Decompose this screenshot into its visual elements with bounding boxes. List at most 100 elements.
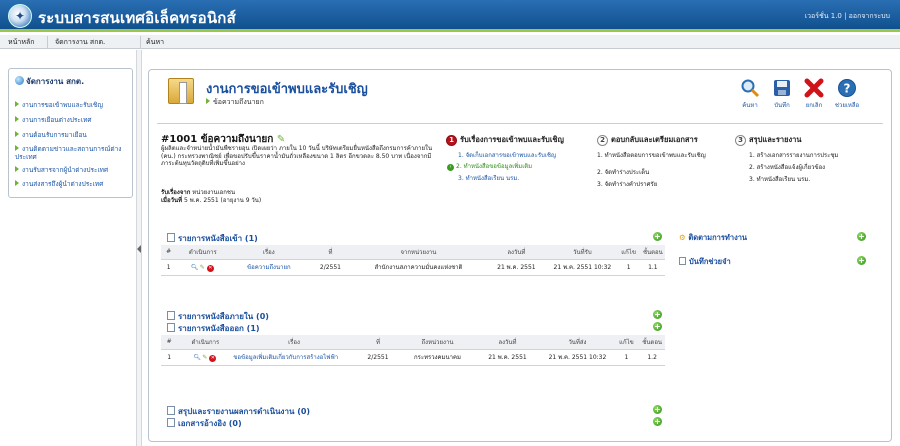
memo-section-title[interactable]: บันทึกช่วยจำ [679, 256, 731, 268]
col-header: วันที่ส่ง [541, 335, 614, 350]
step-1-header: 1 รับเรื่องการขอเข้าพบและรับเชิญ [446, 134, 564, 146]
edit-icon[interactable]: ✎ [277, 134, 285, 145]
collapse-arrow-icon[interactable] [137, 245, 141, 253]
save-button[interactable]: บันทึก [767, 78, 797, 110]
row-received: 21 พ.ค. 2551 10:32 [548, 259, 617, 276]
magnify-icon[interactable]: 🔍︎ [191, 264, 199, 271]
step-2-header: 2 ตอบกลับและเตรียมเอกสาร [597, 134, 698, 146]
step-2-item-2: 2. จัดทำร่างประเด็น [597, 169, 650, 176]
memo-icon [679, 257, 686, 265]
date-value: 5 พ.ค. 2551 (อายุงาน 9 วัน) [183, 196, 262, 204]
step-title: สรุปและรายงาน [749, 135, 802, 144]
sidebar-item-label: งานรับสารจากผู้นำต่างประเทศ [22, 166, 109, 174]
document-icon [167, 418, 175, 427]
document-origin: รับเรื่องจาก หน่วยงานเอกชน เมื่อวันที่ 5… [161, 189, 261, 204]
nav-home[interactable]: หน้าหลัก [8, 37, 34, 48]
row-edit-count: 1 [613, 349, 640, 366]
step-2-item-3: 3. จัดทำร่างคำปราศรัย [597, 181, 658, 188]
col-header: แก้ไข [613, 335, 640, 350]
col-header: ที่ [354, 335, 402, 350]
top-nav: หน้าหลัก จัดการงาน สกต. ค้นหา [0, 35, 900, 49]
add-reference-button[interactable]: + [653, 417, 662, 426]
row-subject-link[interactable]: ข้อความถึงนายก [229, 259, 309, 276]
nav-manage[interactable]: จัดการงาน สกต. [55, 37, 105, 48]
folder-icon [168, 78, 194, 104]
step-1-item-2[interactable]: › 2. ทำหนังสือขอข้อมูลเพิ่มเติม [447, 163, 532, 171]
tracking-section-title[interactable]: ⚙ ติดตามการทำงาน [679, 232, 747, 244]
add-incoming-button[interactable]: + [653, 232, 662, 241]
main-panel: งานการขอเข้าพบและรับเชิญ ข้อความถึงนายก … [148, 69, 892, 442]
incoming-title-text: รายการหนังสือเข้า (1) [178, 234, 258, 243]
sidebar-splitter[interactable] [136, 50, 142, 446]
col-header: ดำเนินการ [177, 335, 234, 350]
step-item-label: 2. ทำหนังสือขอข้อมูลเพิ่มเติม [456, 163, 533, 170]
summary-title-text: สรุปและรายงานผลการดำเนินงาน (0) [178, 407, 311, 416]
step-number: 3 [735, 135, 746, 146]
step-3-item-3: 3. ทำหนังสือเรียน นรม. [749, 176, 811, 183]
help-label: ช่วยเหลือ [834, 102, 860, 109]
add-memo-button[interactable]: + [857, 256, 866, 265]
outgoing-section-title[interactable]: รายการหนังสือออก (1) [167, 322, 260, 335]
tracking-title-text: ติดตามการทำงาน [688, 233, 748, 242]
search-label: ค้นหา [742, 102, 758, 109]
col-header: ชั้นตอน [640, 245, 665, 260]
sidebar-item-receive-msg[interactable]: งานรับสารจากผู้นำต่างประเทศ [15, 166, 130, 174]
delete-icon[interactable]: ✕ [209, 354, 217, 362]
incoming-section-title[interactable]: รายการหนังสือเข้า (1) [167, 232, 258, 245]
table-header-row: # ดำเนินการ เรื่อง ที่ ถึงหน่วยงาน ลงวัน… [161, 335, 665, 350]
sidebar-item-meeting[interactable]: งานการขอเข้าพบและรับเชิญ [15, 101, 130, 109]
outgoing-table: # ดำเนินการ เรื่อง ที่ ถึงหน่วยงาน ลงวัน… [161, 335, 665, 366]
step-1-item-3[interactable]: 3. ทำหนังสือเรียน นรม. [458, 175, 519, 183]
row-actions: 🔍︎✎ ✕ [177, 349, 234, 366]
edit-icon[interactable]: ✎ [201, 354, 208, 361]
row-subject-link[interactable]: ขอข้อมูลเพิ่มเติมเกี่ยวกับการสร้างอไฟฟ้า [233, 349, 355, 366]
step-1-item-1[interactable]: 1. จัดเก็บเอกสารขอเข้าพบและรับเชิญ [458, 152, 556, 160]
document-icon [167, 323, 175, 332]
arrow-icon [15, 180, 19, 186]
arrow-icon [206, 98, 210, 104]
arrow-icon [15, 145, 19, 151]
row-date: 21 พ.ค. 2551 [484, 259, 549, 276]
search-icon [741, 79, 760, 98]
help-button[interactable]: ? ช่วยเหลือ [832, 78, 862, 110]
row-index: 1 [161, 349, 178, 366]
col-header: จากหน่วยงาน [352, 245, 485, 260]
version-logout-link[interactable]: เวอร์ชั่น 1.0 | ออกจากระบบ [805, 11, 890, 22]
col-header: ชั้นตอน [639, 335, 665, 350]
col-header: เรื่อง [233, 335, 355, 350]
save-icon [774, 80, 790, 96]
row-agency: กระทรวงคมนาคม [401, 349, 474, 366]
row-number: 2/2551 [308, 259, 353, 276]
add-tracking-button[interactable]: + [857, 232, 866, 241]
add-internal-button[interactable]: + [653, 310, 662, 319]
add-summary-button[interactable]: + [653, 405, 662, 414]
row-edit-count: 1 [616, 259, 641, 276]
sidebar-item-label: งานติดตามข่าวและสถานการณ์ต่างประเทศ [15, 145, 122, 161]
cancel-button[interactable]: ยกเลิก [799, 78, 829, 110]
help-icon: ? [838, 79, 856, 97]
step-3-header: 3 สรุปและรายงาน [735, 134, 801, 146]
add-outgoing-button[interactable]: + [653, 322, 662, 331]
sidebar-item-news[interactable]: งานติดตามข่าวและสถานการณ์ต่างประเทศ [15, 145, 130, 161]
delete-icon[interactable]: ✕ [206, 264, 214, 272]
save-label: บันทึก [774, 102, 790, 109]
row-step: 1.2 [639, 349, 665, 366]
incoming-table: # ดำเนินการ เรื่อง ที่ จากหน่วยงาน ลงวัน… [161, 245, 665, 276]
row-sent: 21 พ.ค. 2551 10:32 [541, 349, 614, 366]
reference-section-title[interactable]: เอกสารอ้างอิง (0) [167, 417, 242, 430]
sidebar-item-welcome[interactable]: งานต้อนรับการมาเยือน [15, 131, 130, 139]
magnify-icon[interactable]: 🔍︎ [193, 354, 201, 361]
sidebar-item-label: งานการเยือนต่างประเทศ [22, 116, 92, 124]
step-2-item-1: 1. ทำหนังสือตอบการขอเข้าพบและรับเชิญ [597, 152, 706, 159]
table-header-row: # ดำเนินการ เรื่อง ที่ จากหน่วยงาน ลงวัน… [161, 245, 665, 260]
edit-icon[interactable]: ✎ [199, 264, 206, 271]
search-button[interactable]: ค้นหา [735, 78, 765, 110]
table-row: 1 🔍︎✎ ✕ ขอข้อมูลเพิ่มเติมเกี่ยวกับการสร้า… [161, 349, 665, 366]
sidebar-item-send-msg[interactable]: งานส่งสารถึงผู้นำต่างประเทศ [15, 180, 130, 188]
nav-search[interactable]: ค้นหา [146, 37, 164, 48]
row-index: 1 [161, 259, 177, 276]
col-header: ถึงหน่วยงาน [401, 335, 474, 350]
current-step-icon: › [447, 164, 454, 171]
sidebar-item-visit-abroad[interactable]: งานการเยือนต่างประเทศ [15, 116, 130, 124]
row-number: 2/2551 [354, 349, 402, 366]
